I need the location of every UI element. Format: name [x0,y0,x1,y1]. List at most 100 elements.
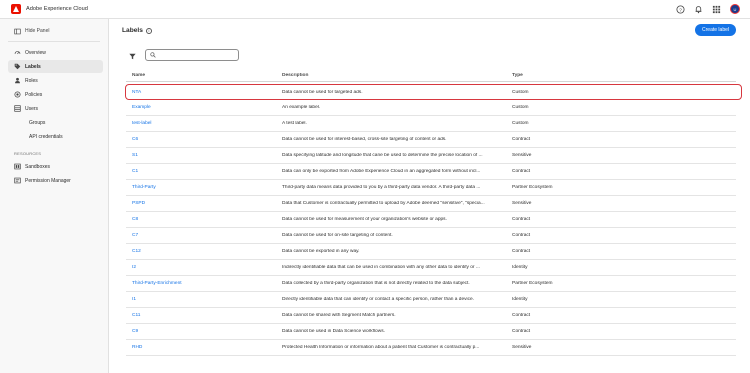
label-type: Contract [512,233,531,238]
table-row[interactable]: RHD Protected Health Information or infor… [126,340,736,356]
sidebar-item-overview[interactable]: Overview [8,46,103,59]
table-row[interactable]: C1 Data can only be exported from Adobe E… [126,164,736,180]
table-row[interactable]: C7 Data cannot be used for on-site target… [126,228,736,244]
app-title: Adobe Experience Cloud [26,6,88,12]
label-type: Partner Ecosystem [512,281,553,286]
page-title: Labels i [122,27,152,34]
help-icon[interactable]: ? [676,4,685,14]
label-description: Data collected by a third-party organiza… [282,281,470,286]
bell-icon[interactable] [694,5,703,14]
label-type: Contract [512,329,531,334]
sidebar-item-label: Overview [25,49,46,56]
sidebar-item-users[interactable]: Users [8,102,103,115]
label-name-link[interactable]: Third-Party-Enrichment [126,281,282,286]
label-description: Data cannot be shared with Segment Match… [282,313,396,318]
table-row[interactable]: C11 Data cannot be shared with Segment Ma… [126,308,736,324]
table-row[interactable]: S1 Data specifying latitude and longitude… [126,148,736,164]
sidebar-item-label: Roles [25,77,38,84]
table-row[interactable]: PSPD Data that Customer is contractually … [126,196,736,212]
label-description: Data cannot be used in Data Science work… [282,329,385,334]
label-type: Custom [512,105,529,110]
label-description: Data can only be exported from Adobe Exp… [282,169,481,174]
sidebar-item-permission-manager[interactable]: Permission Manager [8,174,103,187]
hide-panel-button[interactable]: Hide Panel [0,24,108,38]
users-icon [14,105,21,112]
column-header-description: Description [282,73,309,78]
label-description: Data cannot be used for measurement of y… [282,217,447,222]
label-name-link[interactable]: Example [126,105,282,110]
label-name-link[interactable]: C9 [126,329,282,334]
table-row[interactable]: I1 Directly identifiable data that can id… [126,292,736,308]
sidebar-item-policies[interactable]: Policies [8,88,103,101]
column-header-type: Type [512,73,523,78]
sidebar-item-roles[interactable]: Roles [8,74,103,87]
table-row[interactable]: C8 Data cannot be used for measurement of… [126,212,736,228]
label-type: Identity [512,265,528,270]
user-avatar[interactable]: U [730,4,740,14]
search-icon [150,52,156,58]
label-description: Data cannot be used for on-site targetin… [282,233,393,238]
label-name-link[interactable]: C6 [126,137,282,142]
label-type: Contract [512,249,531,254]
label-name-link[interactable]: C1 [126,169,282,174]
search-input[interactable] [159,52,237,58]
label-type: Contract [512,169,531,174]
apps-grid-icon[interactable] [712,5,721,14]
page-title-text: Labels [122,27,143,34]
policy-icon [14,91,21,98]
search-field[interactable] [145,49,239,61]
user-icon [14,77,21,84]
label-description: Data specifying latitude and longitude t… [282,153,483,158]
sidebar-item-label: Users [25,105,39,112]
label-name-link[interactable]: S1 [126,153,282,158]
label-type: Sensitive [512,201,532,206]
label-description: Data that Customer is contractually perm… [282,201,485,206]
sidebar-item-labels[interactable]: Labels [8,60,103,73]
table-row[interactable]: test-label A test label. Custom [126,116,736,132]
table-row[interactable]: Example An example label. Custom [126,100,736,116]
label-name-link[interactable]: Third-Party [126,185,282,190]
info-icon[interactable]: i [145,27,152,34]
sidebar-subitem-groups[interactable]: Groups [0,116,108,129]
label-name-link[interactable]: RHD [126,345,282,350]
label-type: Custom [512,89,529,95]
sidebar: Hide Panel Overview Labels Roles Policie… [0,19,109,373]
svg-text:?: ? [679,7,682,13]
labels-table: Name Description Type NTA Data cannot be … [125,70,742,356]
label-name-link[interactable]: C11 [126,313,282,318]
panel-toggle-icon [14,28,21,35]
tag-icon [14,63,21,70]
adobe-logo-icon[interactable] [11,4,21,14]
table-row[interactable]: C9 Data cannot be used in Data Science wo… [126,324,736,340]
label-name-link[interactable]: C8 [126,217,282,222]
label-name-link[interactable]: PSPD [126,201,282,206]
table-row[interactable]: C12 Data cannot be exported in any way. Co… [126,244,736,260]
column-header-name[interactable]: Name [126,73,282,78]
table-row[interactable]: C6 Data cannot be used for interest-based… [126,132,736,148]
table-row[interactable]: NTA Data cannot be used for targeted ads.… [125,84,742,100]
label-name-link[interactable]: I2 [126,265,282,270]
label-type: Contract [512,137,531,142]
label-description: Data cannot be exported in any way. [282,249,360,254]
overview-icon [14,49,21,56]
label-description: Third-party data means data provided to … [282,185,481,190]
sidebar-item-sandboxes[interactable]: Sandboxes [8,160,103,173]
hide-panel-label: Hide Panel [25,28,50,34]
table-row[interactable]: Third-Party Third-party data means data p… [126,180,736,196]
create-label-button[interactable]: Create label [695,24,736,36]
sidebar-subitem-api-credentials[interactable]: API credentials [0,130,108,143]
table-row[interactable]: Third-Party-Enrichment Data collected by … [126,276,736,292]
label-description: Directly identifiable data that can iden… [282,297,474,302]
main-content: Labels i Create label Name Description T… [110,19,750,373]
label-description: A test label. [282,121,307,126]
filter-icon[interactable] [129,53,136,60]
label-name-link[interactable]: C7 [126,233,282,238]
label-type: Identity [512,297,528,302]
label-type: Sensitive [512,153,532,158]
label-name-link[interactable]: C12 [126,249,282,254]
sidebar-item-label: Policies [25,91,43,98]
label-name-link[interactable]: NTA [126,90,282,95]
label-name-link[interactable]: I1 [126,297,282,302]
table-row[interactable]: I2 Indirectly identifiable data that can … [126,260,736,276]
label-name-link[interactable]: test-label [126,121,282,126]
